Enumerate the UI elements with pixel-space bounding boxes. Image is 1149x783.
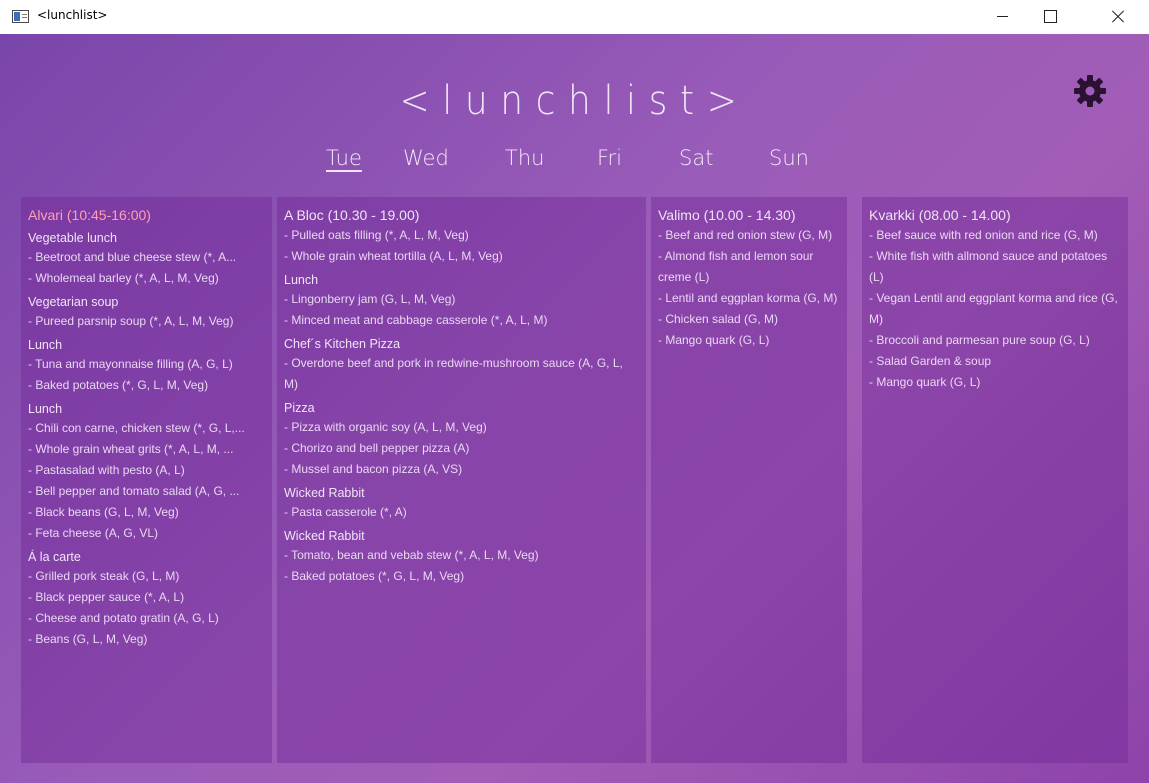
restaurant-card-kvarkki: Kvarkki (08.00 - 14.00) - Beef sauce wit… [862,197,1128,763]
dish-item: - Salad Garden & soup [869,354,992,368]
dish-item: - Pureed parsnip soup (*, A, L, M, Veg) [28,314,234,328]
dish-item: - Chicken salad (G, M) [658,312,779,326]
dish-item: - Whole grain wheat tortilla (A, L, M, V… [284,249,503,263]
minimize-button[interactable] [979,0,1025,34]
dish-item: - Grilled pork steak (G, L, M) [28,569,180,583]
section-name: Wicked Rabbit [284,486,365,500]
dish-item: - Overdone beef and pork in redwine-mush… [284,356,623,391]
dish-item: - Almond fish and lemon sour creme (L) [658,249,814,284]
menu-section: Vegetarian soup - Pureed parsnip soup (*… [28,293,265,332]
app-window-icon [12,10,29,23]
dish-item: - Black pepper sauce (*, A, L) [28,590,185,604]
dish-item: - White fish with allmond sauce and pota… [869,249,1108,284]
dish-item: - Cheese and potato gratin (A, G, L) [28,611,219,625]
window-title: <lunchlist> [37,8,108,22]
app-logo-text: <lunchlist> [399,78,750,124]
section-name: Wicked Rabbit [284,529,365,543]
dish-item: - Pasta casserole (*, A) [284,505,407,519]
menu-section: Wicked Rabbit - Tomato, bean and vebab s… [284,527,639,587]
dish-item: - Wholemeal barley (*, A, L, M, Veg) [28,271,219,285]
dish-item: - Tomato, bean and vebab stew (*, A, L, … [284,548,539,562]
menu-section: Lunch - Chili con carne, chicken stew (*… [28,400,265,544]
dish-item: - Tuna and mayonnaise filling (A, G, L) [28,357,233,371]
restaurant-title: A Bloc (10.30 - 19.00) [284,207,420,223]
dish-item: - Beef sauce with red onion and rice (G,… [869,228,1098,242]
section-name: Lunch [28,402,63,416]
restaurant-card-alvari: Alvari (10:45-16:00) Vegetable lunch - B… [21,197,272,763]
dish-item: - Pastasalad with pesto (A, L) [28,463,185,477]
tab-sat[interactable]: Sat [679,146,713,170]
restaurant-card-valimo: Valimo (10.00 - 14.30) - Beef and red on… [651,197,847,763]
section-name: Pizza [284,401,315,415]
dish-item: - Chili con carne, chicken stew (*, G, L… [28,421,245,435]
menu-section: Wicked Rabbit - Pasta casserole (*, A) [284,484,639,523]
dish-item: - Pizza with organic soy (A, L, M, Veg) [284,420,487,434]
gear-icon [1074,75,1106,107]
dish-item: - Beans (G, L, M, Veg) [28,632,148,646]
menu-section: Chef´s Kitchen Pizza - Overdone beef and… [284,335,639,395]
menu-section: - Pulled oats filling (*, A, L, M, Veg) … [284,225,639,267]
dish-item: - Baked potatoes (*, G, L, M, Veg) [284,569,465,583]
section-name: Lunch [28,338,63,352]
restaurant-columns: Alvari (10:45-16:00) Vegetable lunch - B… [0,197,1149,763]
dish-item: - Mango quark (G, L) [869,375,981,389]
menu-section: Lunch - Lingonberry jam (G, L, M, Veg) -… [284,271,639,331]
restaurant-title: Valimo (10.00 - 14.30) [658,207,796,223]
dish-item: - Feta cheese (A, G, VL) [28,526,159,540]
dish-item: - Beef and red onion stew (G, M) [658,228,833,242]
maximize-button[interactable] [1026,0,1072,34]
dish-item: - Chorizo and bell pepper pizza (A) [284,441,470,455]
dish-item: - Broccoli and parmesan pure soup (G, L) [869,333,1090,347]
tab-fri[interactable]: Fri [597,146,622,170]
tab-thu[interactable]: Thu [505,146,544,170]
section-name: Vegetarian soup [28,295,119,309]
dish-item: - Mango quark (G, L) [658,333,770,347]
window-titlebar: <lunchlist> [0,0,1149,34]
restaurant-card-a-bloc: A Bloc (10.30 - 19.00) - Pulled oats fil… [277,197,646,763]
dish-item: - Black beans (G, L, M, Veg) [28,505,179,519]
dish-item: - Lentil and eggplan korma (G, M) [658,291,838,305]
tab-tue[interactable]: Tue [326,146,362,170]
dish-item: - Beetroot and blue cheese stew (*, A... [28,250,237,264]
dish-item: - Pulled oats filling (*, A, L, M, Veg) [284,228,469,242]
dish-item: - Vegan Lentil and eggplant korma and ri… [869,291,1118,326]
tab-wed[interactable]: Wed [403,146,449,170]
restaurant-title: Alvari (10:45-16:00) [28,207,151,223]
menu-section: - Beef and red onion stew (G, M) - Almon… [658,225,840,351]
dish-item: - Baked potatoes (*, G, L, M, Veg) [28,378,209,392]
section-name: Á la carte [28,550,81,564]
dish-item: - Bell pepper and tomato salad (A, G, ..… [28,484,240,498]
menu-section: Lunch - Tuna and mayonnaise filling (A, … [28,336,265,396]
settings-button[interactable] [1070,71,1110,111]
close-button[interactable] [1095,0,1141,34]
menu-section: - Beef sauce with red onion and rice (G,… [869,225,1121,393]
dish-item: - Whole grain wheat grits (*, A, L, M, .… [28,442,234,456]
menu-section: Vegetable lunch - Beetroot and blue chee… [28,229,265,289]
restaurant-title: Kvarkki (08.00 - 14.00) [869,207,1011,223]
day-tabs: Tue Wed Thu Fri Sat Sun [0,146,1149,176]
dish-item: - Mussel and bacon pizza (A, VS) [284,462,463,476]
section-name: Vegetable lunch [28,231,117,245]
section-name: Lunch [284,273,319,287]
menu-section: Á la carte - Grilled pork steak (G, L, M… [28,548,265,650]
menu-section: Pizza - Pizza with organic soy (A, L, M,… [284,399,639,480]
section-name: Chef´s Kitchen Pizza [284,337,401,351]
tab-sun[interactable]: Sun [769,146,809,170]
app-main: <lunchlist> Tue Wed Thu Fri Sat Sun Alva… [0,34,1149,783]
dish-item: - Lingonberry jam (G, L, M, Veg) [284,292,456,306]
app-logo: <lunchlist> [0,78,1149,124]
dish-item: - Minced meat and cabbage casserole (*, … [284,313,548,327]
